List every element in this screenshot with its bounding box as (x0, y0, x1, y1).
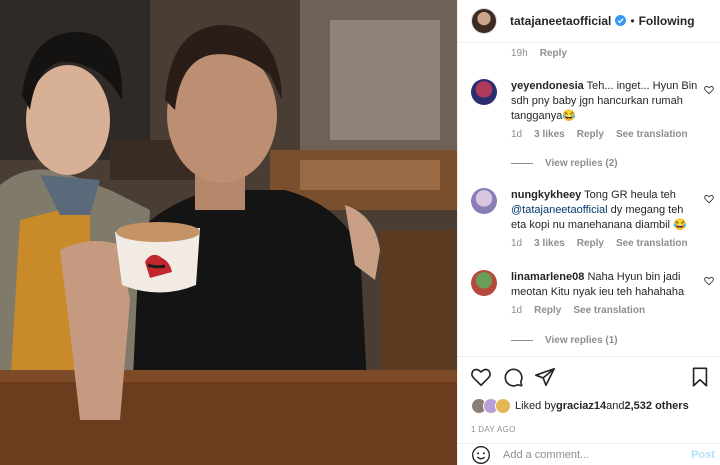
view-replies-button[interactable]: View replies (1) (511, 335, 618, 346)
comment-item: yeyendonesia Teh... inget... Hyun Bin sd… (471, 79, 716, 140)
replies-divider (511, 340, 533, 341)
comment-meta: 1d 3 likes Reply See translation (511, 238, 716, 249)
liked-by-others[interactable]: 2,532 others (625, 400, 689, 412)
see-translation-button[interactable]: See translation (616, 238, 688, 249)
liker-avatar (495, 398, 511, 414)
reply-button[interactable]: Reply (577, 238, 604, 249)
like-comment-icon[interactable] (704, 276, 714, 286)
liker-avatars[interactable] (471, 398, 515, 414)
comment-time: 1d (511, 129, 523, 140)
commenter-avatar[interactable] (471, 79, 497, 105)
emoji-icon[interactable] (471, 445, 491, 465)
comment-bubble-icon[interactable] (502, 366, 524, 388)
post-header: tatajaneetaofficial • Following (458, 0, 720, 43)
comment-body: yeyendonesia Teh... inget... Hyun Bin sd… (511, 79, 701, 124)
comment-meta: 1d 3 likes Reply See translation (511, 129, 716, 140)
commenter-username[interactable]: yeyendonesia (511, 80, 584, 92)
comment-time: 19h (511, 48, 528, 59)
mention-link[interactable]: @tatajaneetaofficial (511, 204, 608, 216)
reply-button[interactable]: Reply (534, 305, 561, 316)
post-action-bar (458, 356, 720, 396)
like-comment-icon[interactable] (704, 85, 714, 95)
post-timestamp[interactable]: 1 DAY AGO (471, 425, 516, 434)
view-replies-button[interactable]: View replies (2) (511, 158, 618, 169)
comments-list: 19h Reply yeyendonesia Teh... inget... H… (458, 44, 720, 356)
comment-body: nungkykheey Tong GR heula teh @tatajanee… (511, 188, 701, 233)
post-photo[interactable] (0, 0, 457, 465)
save-bookmark-icon[interactable] (689, 366, 711, 388)
header-separator: • (630, 14, 635, 28)
following-button[interactable]: Following (639, 14, 695, 28)
see-translation-button[interactable]: See translation (573, 305, 645, 316)
commenter-avatar[interactable] (471, 270, 497, 296)
liked-by-prefix: Liked by (515, 400, 556, 412)
add-comment-bar: Post (458, 443, 720, 465)
comment-item: linamarlene08 Naha Hyun bin jadi meotan … (471, 270, 716, 316)
see-translation-button[interactable]: See translation (616, 129, 688, 140)
commenter-avatar[interactable] (471, 188, 497, 214)
comment-meta: 1d Reply See translation (511, 305, 716, 316)
like-heart-icon[interactable] (470, 366, 492, 388)
comment-text: Tong GR heula teh (584, 189, 676, 201)
post-comment-button[interactable]: Post (691, 449, 715, 461)
share-send-icon[interactable] (534, 366, 556, 388)
add-comment-input[interactable] (503, 448, 673, 461)
comment-meta-truncated: 19h Reply (511, 48, 567, 59)
replies-divider (511, 163, 533, 164)
comment-time: 1d (511, 305, 523, 316)
post-photo-illustration (0, 0, 457, 465)
reply-button[interactable]: Reply (577, 129, 604, 140)
comment-body: linamarlene08 Naha Hyun bin jadi meotan … (511, 270, 701, 300)
author-username[interactable]: tatajaneetaofficial (510, 14, 627, 28)
view-replies-label[interactable]: View replies (2) (545, 158, 618, 169)
reply-button[interactable]: Reply (540, 48, 567, 59)
liked-by-user[interactable]: graciaz14 (556, 400, 606, 412)
comment-likes[interactable]: 3 likes (534, 238, 565, 249)
post-side-panel: tatajaneetaofficial • Following 19h Repl… (457, 0, 720, 465)
commenter-username[interactable]: linamarlene08 (511, 271, 584, 283)
like-comment-icon[interactable] (704, 194, 714, 204)
liked-by-joiner: and (606, 400, 625, 412)
comment-likes[interactable]: 3 likes (534, 129, 565, 140)
comment-time: 1d (511, 238, 523, 249)
likes-summary: Liked by graciaz14 and 2,532 others (471, 398, 689, 414)
commenter-username[interactable]: nungkykheey (511, 189, 581, 201)
verified-badge-icon (615, 15, 627, 26)
author-username-text[interactable]: tatajaneetaofficial (510, 14, 611, 28)
comment-item: nungkykheey Tong GR heula teh @tatajanee… (471, 188, 716, 249)
author-avatar[interactable] (471, 8, 497, 34)
view-replies-label[interactable]: View replies (1) (545, 335, 618, 346)
